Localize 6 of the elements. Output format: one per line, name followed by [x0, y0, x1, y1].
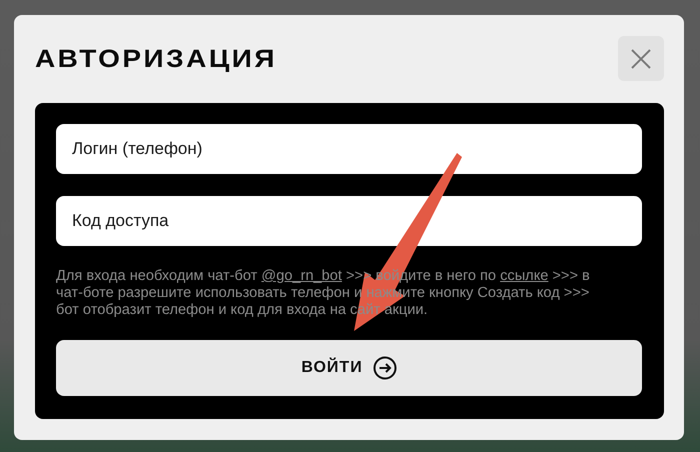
- help-link[interactable]: ссылке: [500, 268, 548, 284]
- dialog-title: АВТОРИЗАЦИЯ: [35, 44, 277, 74]
- login-button[interactable]: ВОЙТИ: [56, 340, 642, 396]
- input-field[interactable]: Логин (телефон): [56, 124, 642, 174]
- help-link[interactable]: @go_rn_bot: [261, 268, 342, 284]
- input-field[interactable]: Код доступа: [56, 196, 642, 246]
